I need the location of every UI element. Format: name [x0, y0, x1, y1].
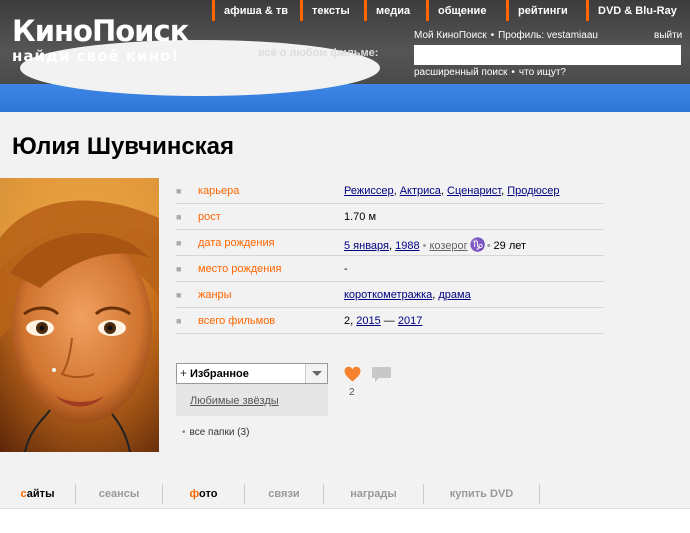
row-bullet-icon: ■ [176, 264, 182, 274]
nav-ratings[interactable]: рейтинги [506, 0, 586, 21]
tab-sites-label: айты [26, 488, 55, 500]
tab-sessions[interactable]: сеансы [76, 484, 163, 504]
separator-dot: • [422, 240, 427, 252]
films-to-year-link[interactable]: 2017 [398, 315, 422, 327]
logo-title: КиноПоиск [12, 14, 189, 48]
search-links: расширенный поиск • что ищут? [414, 67, 566, 78]
age-value: 29 лет [493, 240, 527, 252]
all-folders-label: все папки (3) [189, 427, 250, 438]
tab-photo[interactable]: фото [163, 484, 245, 504]
info-row-career: ■ карьера Режиссер, Актриса, Сценарист, … [176, 178, 604, 204]
nav-dvd-bluray[interactable]: DVD & Blu-Ray [586, 0, 690, 21]
comment-icon[interactable] [371, 366, 392, 384]
tab-buy-dvd-label: купить DVD [449, 488, 514, 500]
heart-icon[interactable] [344, 366, 361, 383]
favorite-stars-option[interactable]: Любимые звёзды [190, 395, 279, 407]
person-name: Юлия Шувчинская [12, 133, 235, 160]
films-dash: — [383, 315, 395, 327]
all-folders-link[interactable]: • все папки (3) [182, 427, 249, 438]
row-bullet-icon: ■ [176, 238, 182, 248]
content-area [0, 508, 690, 533]
tab-relations-label: связи [268, 488, 300, 500]
my-kinopoisk-link[interactable]: Мой КиноПоиск [414, 30, 487, 41]
career-value: Режиссер, Актриса, Сценарист, Продюсер [344, 185, 560, 197]
films-count: 2, [344, 315, 354, 327]
person-tabs: сайты сеансы фото связи награды купить D… [0, 484, 690, 504]
info-row-genres: ■ жанры короткометражка, драма [176, 282, 604, 308]
tab-relations[interactable]: связи [245, 484, 324, 504]
separator-dot: • [490, 30, 495, 41]
career-director-link[interactable]: Режиссер [344, 185, 394, 197]
search-input[interactable] [414, 45, 681, 65]
zodiac-link[interactable]: козерог [429, 240, 467, 252]
separator-dot: • [511, 67, 515, 78]
chevron-down-icon [312, 371, 322, 376]
nav-texts[interactable]: тексты [300, 0, 364, 21]
logo-subtitle: найди своё кино! [12, 47, 180, 65]
row-bullet-icon: ■ [176, 316, 182, 326]
tab-photo-first-letter: ф [189, 488, 200, 500]
kinopoisk-logo[interactable]: КиноПоиск найди своё кино! [12, 14, 189, 65]
birth-date-label: дата рождения [198, 237, 275, 249]
top-navigation: афиша & тв тексты медиа общение рейтинги… [212, 0, 690, 21]
height-value: 1.70 м [344, 211, 377, 223]
films-label: всего фильмов [198, 315, 276, 327]
capricorn-icon: ♑ [469, 237, 486, 252]
person-info-table: ■ карьера Режиссер, Актриса, Сценарист, … [176, 178, 604, 334]
nav-media[interactable]: медиа [364, 0, 426, 21]
birthplace-label: место рождения [198, 263, 282, 275]
tab-sites[interactable]: сайты [0, 484, 76, 504]
genres-label: жанры [198, 289, 232, 301]
films-from-year-link[interactable]: 2015 [356, 315, 380, 327]
tab-photo-label: ото [199, 488, 218, 500]
career-producer-link[interactable]: Продюсер [507, 185, 559, 197]
birth-day-link[interactable]: 5 января [344, 240, 389, 252]
row-bullet-icon: ■ [176, 186, 182, 196]
bullet-dot: • [182, 427, 186, 438]
exit-link[interactable]: выйти [654, 30, 682, 41]
favorites-panel: + Избранное Любимые звёзды [176, 363, 328, 416]
genre-drama-link[interactable]: драма [438, 289, 470, 301]
person-photo [0, 178, 159, 452]
tab-sessions-label: сеансы [98, 488, 140, 500]
birth-year-link[interactable]: 1988 [395, 240, 419, 252]
tab-buy-dvd[interactable]: купить DVD [424, 484, 540, 504]
dropdown-toggle[interactable] [305, 364, 327, 383]
favorites-dropdown[interactable]: + Избранное [176, 363, 328, 384]
info-row-height: ■ рост 1.70 м [176, 204, 604, 230]
row-bullet-icon: ■ [176, 290, 182, 300]
career-writer-link[interactable]: Сценарист [447, 185, 501, 197]
height-label: рост [198, 211, 221, 223]
what-searched-link[interactable]: что ищут? [519, 67, 566, 78]
info-row-birth: ■ дата рождения 5 января, 1988 • козерог ♑•… [176, 230, 604, 256]
films-value: 2, 2015 — 2017 [344, 315, 422, 327]
career-label: карьера [198, 185, 240, 197]
tab-awards[interactable]: награды [324, 484, 424, 504]
nav-community[interactable]: общение [426, 0, 506, 21]
advanced-search-link[interactable]: расширенный поиск [414, 67, 507, 78]
site-header: КиноПоиск найди своё кино! афиша & тв те… [0, 0, 690, 112]
genres-value: короткометражка, драма [344, 289, 471, 301]
plus-icon: + [180, 366, 188, 380]
portrait-image [0, 178, 159, 452]
search-label: всё о любом фильме: [258, 47, 379, 59]
separator-dot: • [486, 240, 491, 252]
birthplace-value: - [344, 263, 348, 275]
genre-short-link[interactable]: короткометражка [344, 289, 432, 301]
favorites-selected: Избранное [190, 368, 249, 380]
row-bullet-icon: ■ [176, 212, 182, 222]
info-row-birthplace: ■ место рождения - [176, 256, 604, 282]
tab-awards-label: награды [350, 488, 397, 500]
user-links: Мой КиноПоиск • Профиль: vestamiaau [414, 30, 598, 41]
birth-date-value: 5 января, 1988 • козерог ♑• 29 лет [344, 237, 527, 252]
info-row-films: ■ всего фильмов 2, 2015 — 2017 [176, 308, 604, 334]
likes-count: 2 [349, 387, 355, 398]
nav-afisha[interactable]: афиша & тв [212, 0, 300, 21]
profile-link[interactable]: Профиль: vestamiaau [498, 30, 598, 41]
career-actress-link[interactable]: Актриса [400, 185, 441, 197]
